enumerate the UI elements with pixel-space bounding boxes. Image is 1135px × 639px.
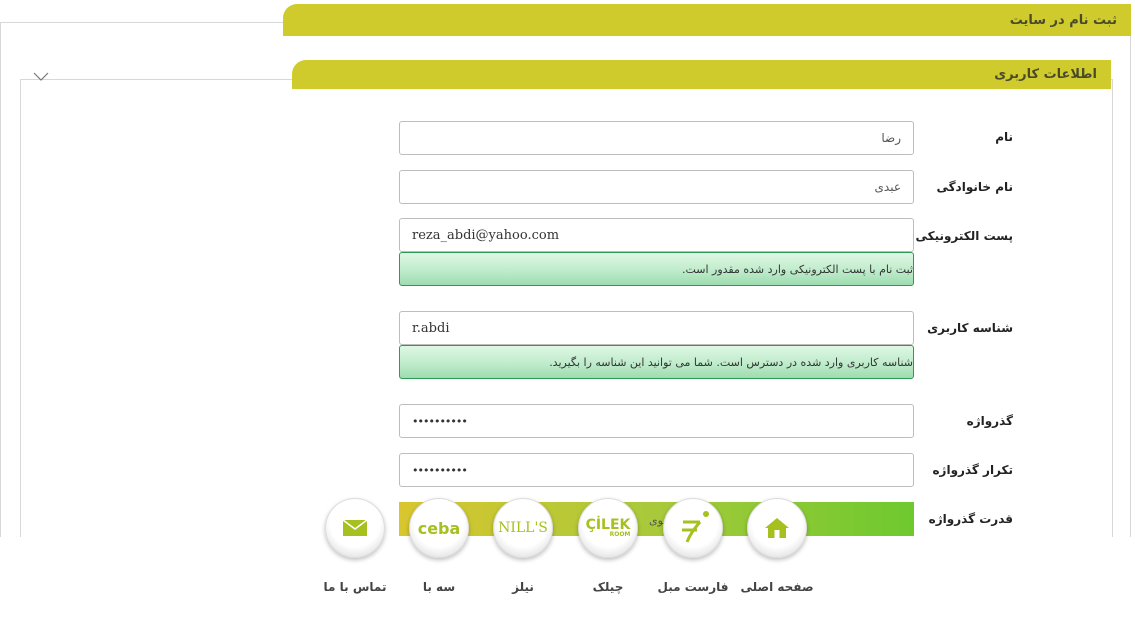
username-message-text: شناسه کاربری وارد شده در دسترس است. شما … (549, 355, 913, 369)
password-input[interactable]: •••••••••• (399, 404, 914, 438)
email-message-text: ثبت نام با پست الکترونیکی وارد شده مقدور… (681, 262, 913, 276)
mail-icon (342, 519, 368, 536)
email-available-message: ثبت نام با پست الکترونیکی وارد شده مقدور… (399, 252, 914, 286)
page-title: ثبت نام در سایت (1009, 12, 1117, 28)
ceba-button[interactable]: ceba (409, 498, 469, 558)
nills-logo-icon: NILL'S (498, 520, 548, 536)
nav-item-contact[interactable]: تماس با ما (324, 498, 386, 594)
cilek-logo-icon: ÇİLEK ROOM (586, 518, 631, 538)
section-title: اطلاعات کاربری (994, 67, 1097, 82)
username-input[interactable]: r.abdi (399, 311, 914, 345)
last-name-input[interactable]: عبدی (399, 170, 914, 204)
nav-label-contact[interactable]: تماس با ما (304, 580, 406, 594)
frame-left-border (0, 22, 1, 542)
nav-item-cilek[interactable]: ÇİLEK ROOM چیلک (577, 498, 639, 594)
password-strength-meter: قوی (399, 502, 914, 536)
contact-button[interactable] (325, 498, 385, 558)
nav-item-home[interactable]: صفحه اصلی (740, 498, 814, 594)
nav-item-nills[interactable]: NILL'S نیلز (492, 498, 554, 594)
password-confirm-input[interactable]: •••••••••• (399, 453, 914, 487)
username-available-message: شناسه کاربری وارد شده در دسترس است. شما … (399, 345, 914, 379)
ceba-logo-icon: ceba (417, 518, 461, 538)
section-title-tab[interactable]: اطلاعات کاربری (292, 60, 1111, 89)
password-value: •••••••••• (412, 414, 468, 428)
nav-item-forest[interactable]: فارست مبل (658, 498, 729, 594)
email-value: reza_abdi@yahoo.com (412, 227, 560, 243)
first-name-input[interactable]: رضا (399, 121, 914, 155)
home-button[interactable] (747, 498, 807, 558)
nills-button[interactable]: NILL'S (493, 498, 553, 558)
first-name-value: رضا (881, 131, 901, 145)
forest-logo-icon (682, 511, 709, 543)
nav-item-ceba[interactable]: ceba سه با (408, 498, 470, 594)
username-value: r.abdi (412, 320, 450, 336)
email-input[interactable]: reza_abdi@yahoo.com (399, 218, 914, 252)
page-title-tab: ثبت نام در سایت (283, 4, 1131, 36)
forest-button[interactable] (663, 498, 723, 558)
cilek-logo-text: ÇİLEK (585, 517, 631, 533)
chevron-down-icon[interactable] (33, 72, 49, 82)
last-name-value: عبدی (874, 180, 901, 194)
cilek-button[interactable]: ÇİLEK ROOM (578, 498, 638, 558)
home-icon (765, 518, 789, 538)
password-confirm-value: •••••••••• (412, 463, 468, 477)
